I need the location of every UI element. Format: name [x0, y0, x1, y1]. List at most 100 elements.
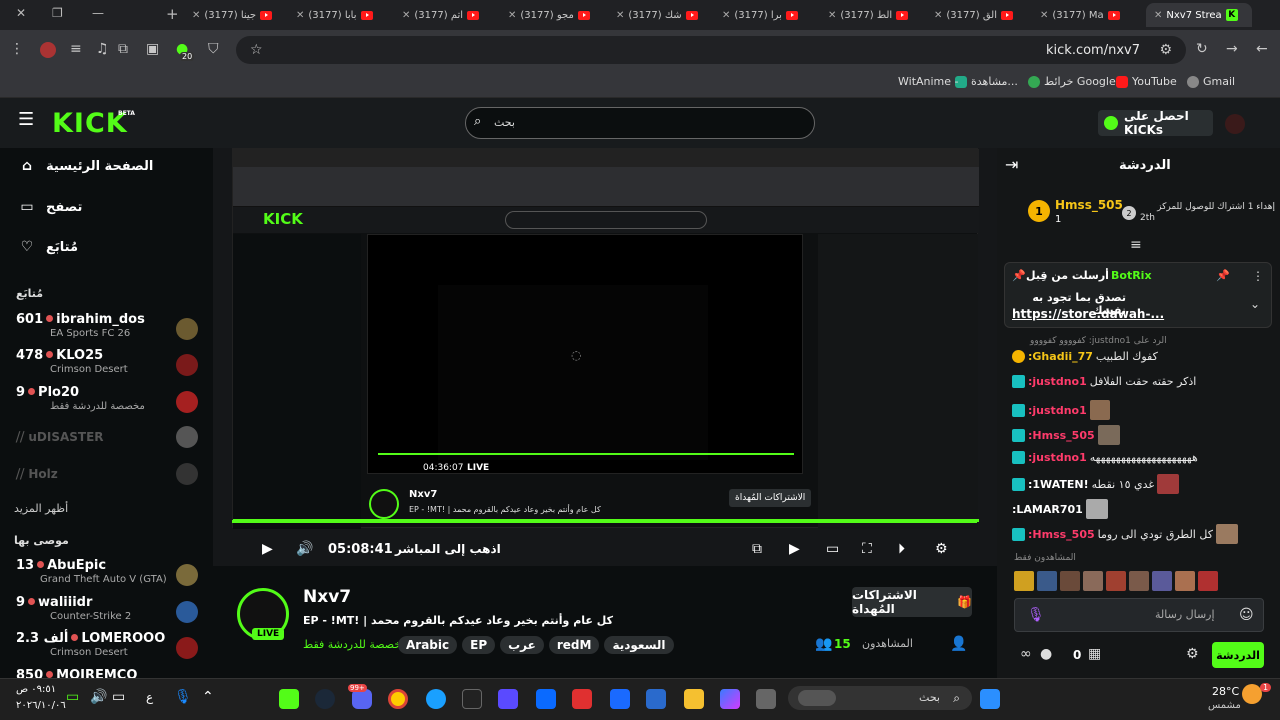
bookmark-witanime[interactable]: WitAnime -: [898, 75, 959, 88]
tab-1[interactable]: ✕ (3177) بابا: [296, 3, 396, 27]
close-icon[interactable]: ✕: [402, 10, 410, 21]
sidebar-recommended-lomerooo[interactable]: 2.3 ألف LOMEROOO Crimson Desert: [16, 631, 198, 669]
gift-subs-button[interactable]: الاشتراكات المُهداة 🎁: [852, 587, 972, 617]
chat-input[interactable]: 🎙 إرسال رسالة ☺: [1014, 598, 1264, 632]
copilot-icon[interactable]: [720, 689, 740, 709]
sidebar-channel-udisaster[interactable]: ⧸⧸ uDISASTER: [16, 430, 104, 445]
dropbox-icon[interactable]: [536, 689, 556, 709]
close-icon[interactable]: ✕: [1154, 10, 1162, 21]
app-icon[interactable]: [498, 689, 518, 709]
chevron-down-icon[interactable]: ⌄: [1250, 297, 1260, 311]
microphone-icon[interactable]: 🎙: [1027, 608, 1045, 622]
tag[interactable]: Arabic: [398, 636, 458, 654]
sidebar-recommended-abuepic[interactable]: 13 AbuEpic Grand Theft Auto V (GTA): [16, 558, 198, 596]
bookmark-watch[interactable]: مشاهدة...: [955, 75, 1018, 88]
forward-icon[interactable]: →: [1226, 42, 1238, 56]
sidebar-recommended-waliiidr[interactable]: 9 waliiidr Counter-Strike 2: [16, 595, 198, 633]
weather-icon[interactable]: [1242, 684, 1262, 704]
close-icon[interactable]: ✕: [192, 10, 200, 21]
sidebar-recommended-mojremco[interactable]: 850 MOJREMCO: [16, 668, 198, 678]
star-icon[interactable]: ☆: [250, 43, 263, 57]
kick-logo[interactable]: KICK: [52, 108, 128, 139]
battery-icon[interactable]: ▭: [66, 690, 79, 704]
file-explorer-icon[interactable]: [684, 689, 704, 709]
unpin-icon[interactable]: 📌: [1216, 269, 1230, 283]
extensions-icon[interactable]: ⧉: [118, 42, 128, 56]
app-icon[interactable]: [572, 689, 592, 709]
shield-icon[interactable]: ⛉: [208, 42, 219, 56]
close-icon[interactable]: ✕: [1040, 10, 1048, 21]
volume-icon[interactable]: 🔊: [90, 690, 107, 704]
tab-8[interactable]: ✕ (3177) Ma: [1040, 3, 1140, 27]
steam-icon[interactable]: [315, 689, 335, 709]
extension-icon[interactable]: ▣: [146, 42, 159, 56]
monitor-icon[interactable]: ▭: [112, 690, 125, 704]
tag[interactable]: عرب: [500, 636, 544, 654]
volume-icon[interactable]: 🔊: [296, 542, 313, 556]
shop-icon[interactable]: ▦: [1088, 647, 1101, 661]
minimize-window-icon[interactable]: —: [92, 6, 104, 20]
language-indicator[interactable]: ع: [146, 690, 153, 704]
clip-icon[interactable]: ▶: [789, 542, 800, 556]
avatar[interactable]: [1225, 114, 1245, 134]
theater-icon[interactable]: ▭: [826, 542, 839, 556]
more-options-icon[interactable]: ⋮: [1252, 269, 1264, 283]
back-icon[interactable]: ←: [1256, 42, 1268, 56]
go-live-button[interactable]: اذهب إلى المباشر: [395, 542, 501, 556]
sidebar-channel-klo25[interactable]: 478 KLO25 Crimson Desert: [16, 348, 198, 386]
play-circle-icon[interactable]: ⏵: [898, 542, 905, 556]
site-settings-icon[interactable]: ⚙: [1159, 43, 1172, 57]
close-icon[interactable]: ✕: [296, 10, 304, 21]
kick-app-icon[interactable]: [279, 689, 299, 709]
send-chat-button[interactable]: الدردشة: [1212, 642, 1264, 668]
show-more-link[interactable]: أظهر المزيد: [14, 502, 68, 515]
tab-6[interactable]: ✕ (3177) الط: [828, 3, 928, 27]
bookmark-google-maps[interactable]: خرائط Google: [1028, 75, 1116, 88]
chevron-up-icon[interactable]: ⌃: [202, 690, 214, 704]
pip-icon[interactable]: ⧉: [752, 542, 762, 556]
close-icon[interactable]: ✕: [722, 10, 730, 21]
sidebar-channel-ibrahim-dos[interactable]: 601 ibrahim_dos EA Sports FC 26: [16, 312, 198, 350]
play-icon[interactable]: ▶: [262, 542, 273, 556]
expand-leaderboard-icon[interactable]: ≡: [1130, 238, 1142, 252]
video-player[interactable]: KICK 04:36:07 LIVE Nxv7 كل عام وأنتم بخي…: [213, 148, 997, 566]
store-icon[interactable]: [646, 689, 666, 709]
media-icon[interactable]: ♫: [96, 42, 109, 56]
outlook-icon[interactable]: [610, 689, 630, 709]
close-icon[interactable]: ✕: [616, 10, 624, 21]
bookmark-youtube[interactable]: YouTube: [1116, 75, 1177, 88]
restore-window-icon[interactable]: ❐: [52, 6, 63, 20]
nav-browse[interactable]: ▭ تصفح: [20, 199, 82, 215]
fullscreen-icon[interactable]: ⛶: [862, 542, 872, 556]
taskbar-search[interactable]: ⌕ بحث: [788, 686, 972, 710]
settings-icon[interactable]: ⚙: [935, 542, 948, 556]
stream-category[interactable]: مخصصة للدردشة فقط: [303, 638, 407, 651]
follow-user-icon[interactable]: 👤: [950, 637, 967, 651]
pinned-link[interactable]: https://store.dawah-...: [1012, 307, 1164, 321]
extension-icon[interactable]: [40, 42, 56, 58]
bookmark-gmail[interactable]: Gmail: [1187, 75, 1235, 88]
new-tab-icon[interactable]: +: [166, 5, 179, 23]
tab-2[interactable]: ✕ (3177) اتم: [402, 3, 502, 27]
hamburger-menu-icon[interactable]: ☰: [18, 111, 34, 129]
emoji-icon[interactable]: ☺: [1239, 608, 1254, 622]
tab-0[interactable]: ✕ (3177) جينا: [192, 3, 302, 27]
address-bar[interactable]: ☆ kick.com/nxv7 ⚙: [236, 36, 1186, 64]
tag[interactable]: EP: [462, 636, 496, 654]
tag[interactable]: redM: [548, 636, 600, 654]
collapse-chat-icon[interactable]: ⇥: [1005, 157, 1018, 173]
sidebar-channel-holz[interactable]: ⧸⧸ Holz: [16, 467, 58, 482]
tab-4[interactable]: ✕ (3177) شك: [616, 3, 716, 27]
nav-following[interactable]: ♡ مُتابَع: [20, 239, 78, 255]
epic-games-icon[interactable]: [462, 689, 482, 709]
clock-date[interactable]: ٢٠٢٦/١٠/٠٦: [16, 700, 66, 711]
menu-dots-icon[interactable]: ⋮: [10, 42, 24, 56]
close-window-icon[interactable]: ✕: [16, 6, 26, 20]
reload-icon[interactable]: ↻: [1196, 42, 1208, 56]
close-icon[interactable]: ✕: [934, 10, 942, 21]
search-input[interactable]: ⌕ بحث: [465, 107, 815, 139]
get-kicks-button[interactable]: احصل على KICKs: [1098, 109, 1213, 137]
edge-icon[interactable]: [426, 689, 446, 709]
close-icon[interactable]: ✕: [828, 10, 836, 21]
tab-5[interactable]: ✕ (3177) برا: [722, 3, 822, 27]
